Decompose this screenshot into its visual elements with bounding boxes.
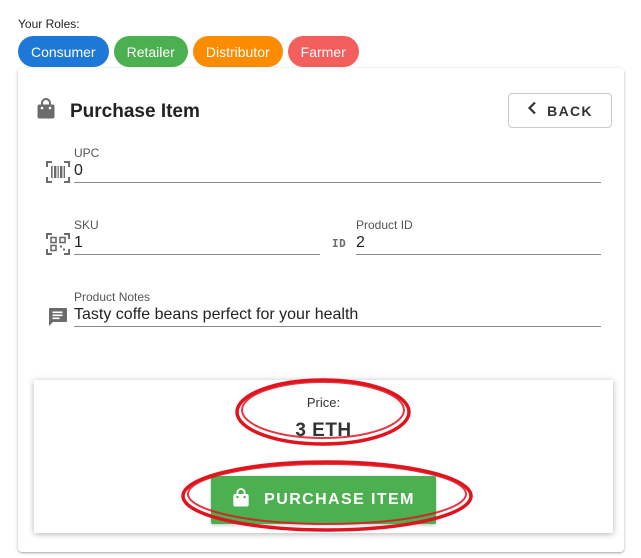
role-chip-distributor[interactable]: Distributor	[192, 36, 283, 67]
roles-label: Your Roles:	[18, 17, 80, 31]
page-title: Purchase Item	[70, 100, 200, 122]
shopping-bag-icon	[232, 487, 250, 513]
shopping-bag-icon	[36, 98, 56, 125]
sku-input[interactable]: 1	[74, 232, 320, 255]
back-button-label: BACK	[547, 102, 593, 119]
barcode-scan-icon	[46, 161, 70, 188]
role-chip-consumer[interactable]: Consumer	[18, 36, 109, 67]
product-notes-field[interactable]: Product Notes Tasty coffe beans perfect …	[74, 290, 601, 330]
sku-field[interactable]: SKU 1	[74, 218, 320, 258]
upc-field[interactable]: UPC 0	[74, 146, 601, 186]
back-button[interactable]: BACK	[508, 93, 612, 128]
product-notes-input[interactable]: Tasty coffe beans perfect for your healt…	[74, 304, 601, 327]
product-id-field[interactable]: Product ID 2	[356, 218, 601, 258]
purchase-item-button-label: PURCHASE ITEM	[264, 491, 415, 508]
product-id-label: Product ID	[356, 218, 413, 232]
id-badge-icon: ID	[332, 237, 347, 250]
chevron-left-icon	[527, 101, 537, 120]
purchase-item-card: Purchase Item BACK UPC 0 SKU 1 ID Produc…	[18, 68, 624, 552]
sku-label: SKU	[74, 218, 99, 232]
role-chip-retailer[interactable]: Retailer	[113, 36, 188, 67]
upc-input[interactable]: 0	[74, 160, 601, 183]
purchase-item-button[interactable]: PURCHASE ITEM	[211, 476, 436, 524]
roles-chip-group: Consumer Retailer Distributor Farmer	[18, 36, 359, 67]
role-chip-farmer[interactable]: Farmer	[287, 36, 359, 67]
product-id-input[interactable]: 2	[356, 232, 601, 255]
price-panel: Price: 3 ETH PURCHASE ITEM	[34, 380, 613, 533]
price-label: Price:	[306, 395, 341, 410]
notes-comment-icon	[48, 307, 68, 332]
price-value: 3 ETH	[295, 420, 352, 441]
upc-label: UPC	[74, 146, 100, 160]
card-header: Purchase Item	[36, 98, 200, 125]
product-notes-label: Product Notes	[74, 290, 151, 304]
qr-code-scan-icon	[46, 233, 70, 260]
